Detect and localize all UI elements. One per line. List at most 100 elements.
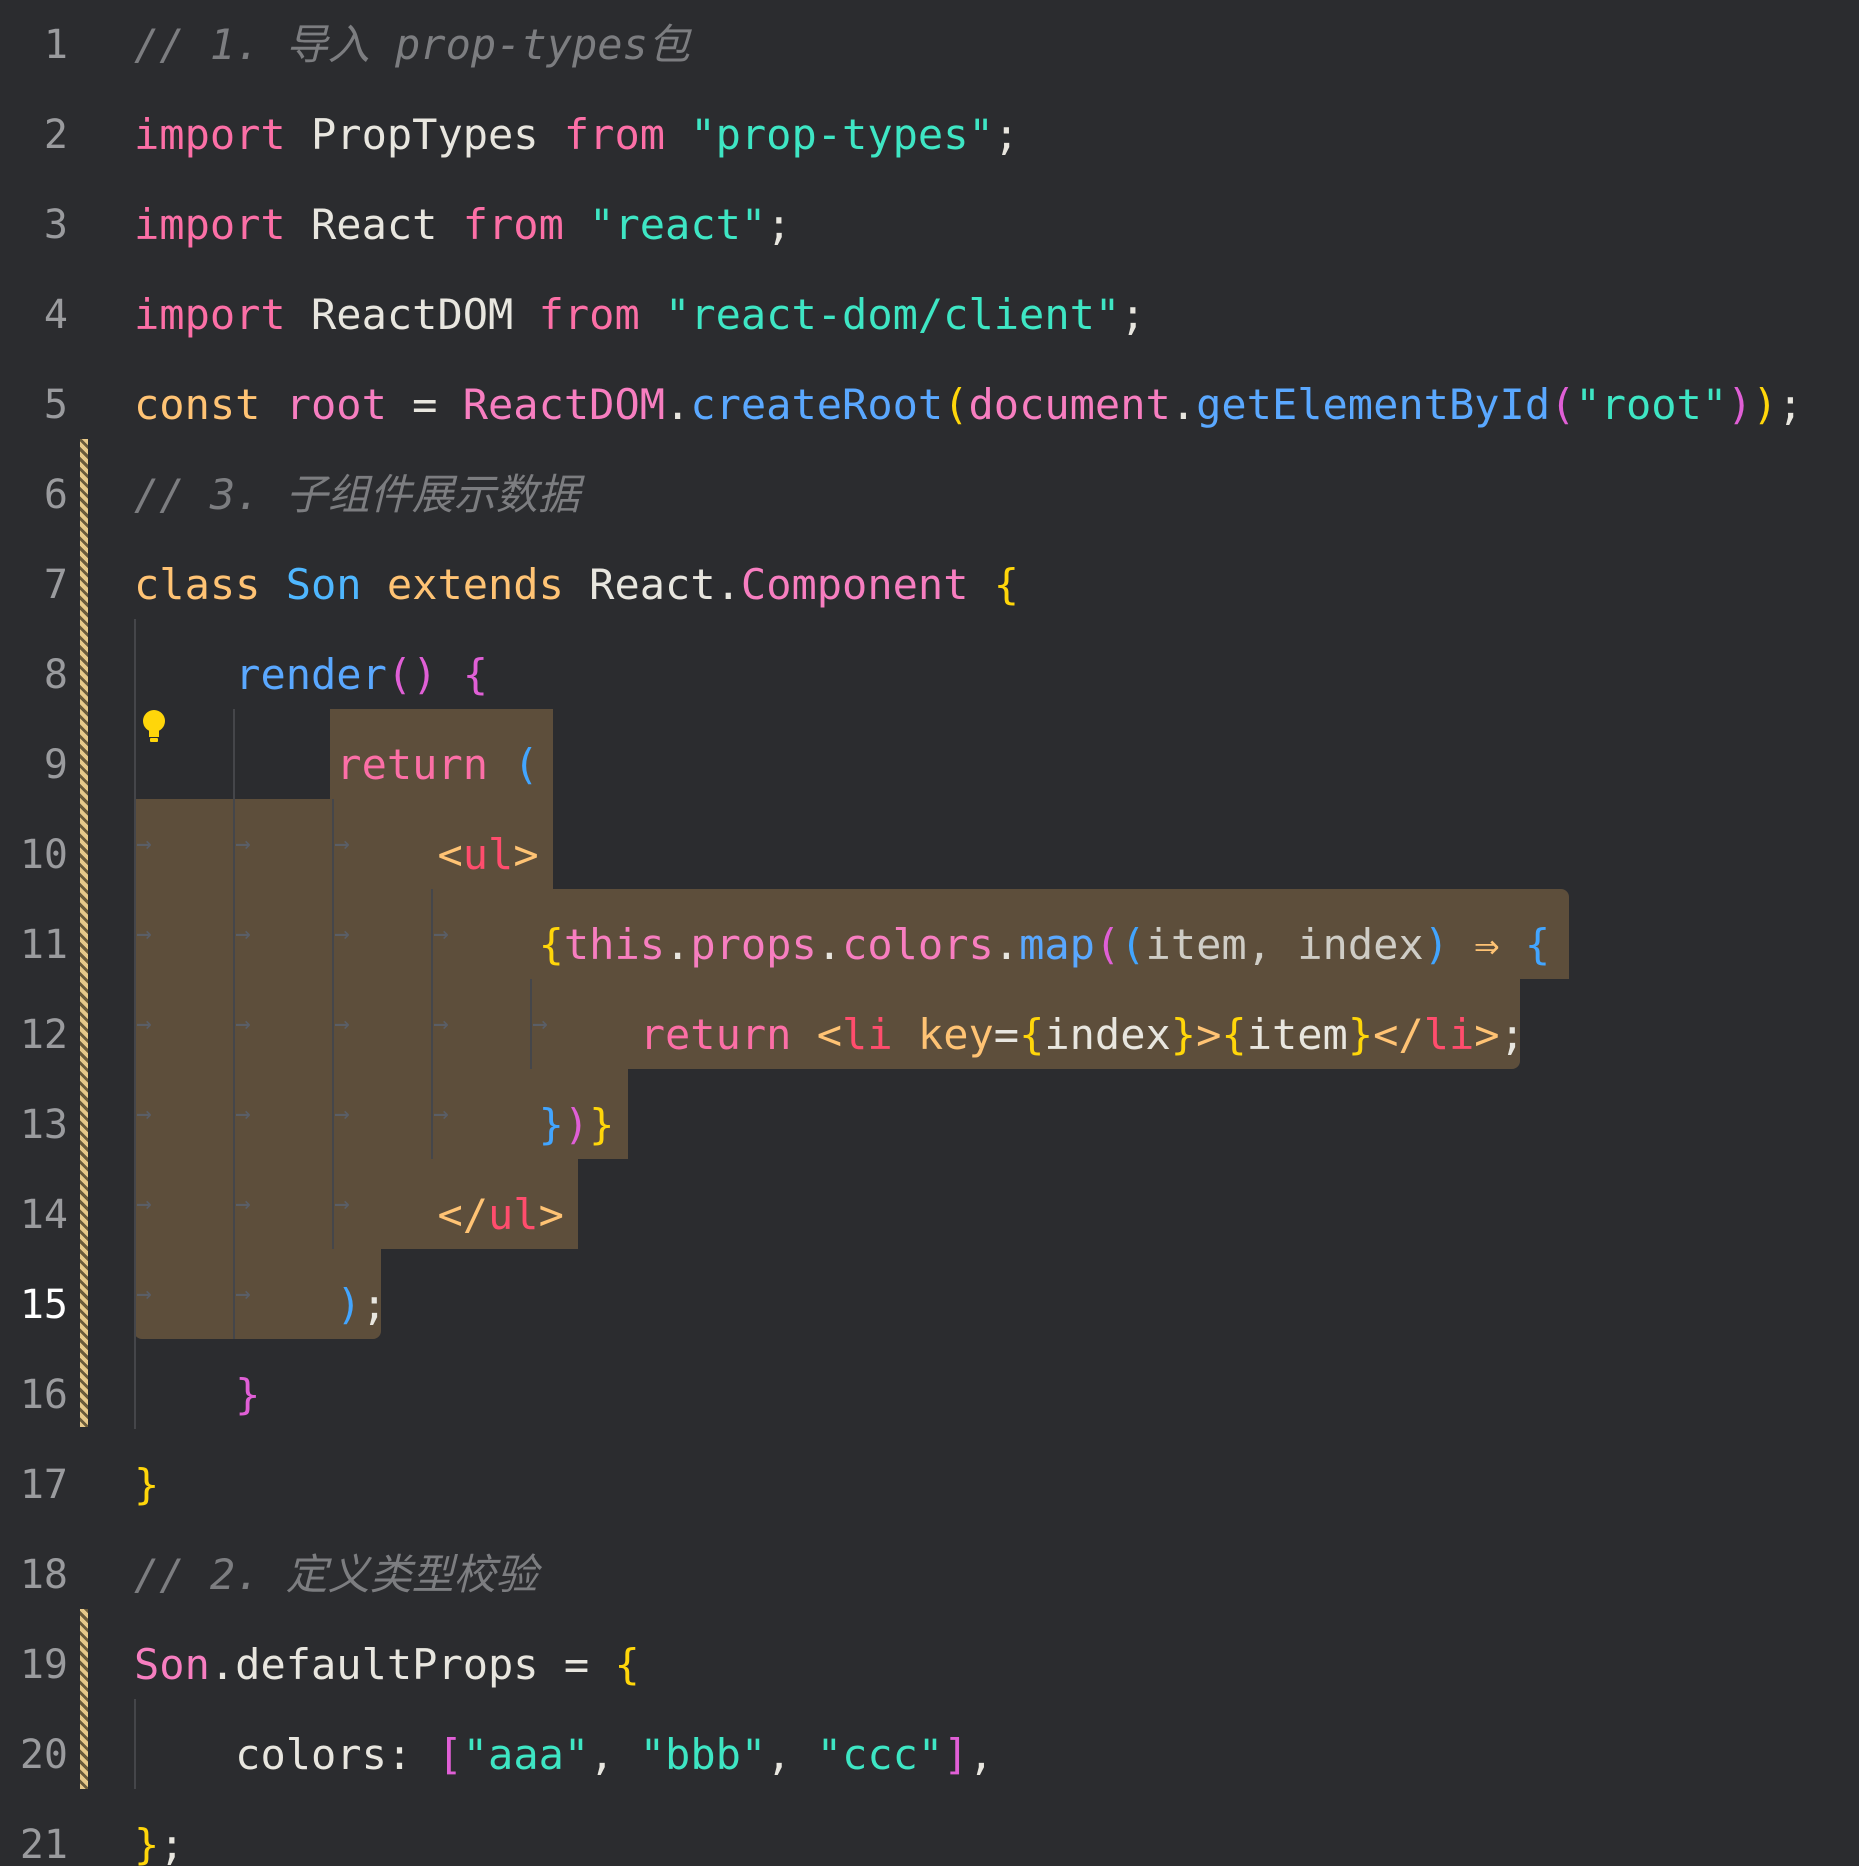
line-number: 16 (19, 1372, 68, 1418)
code-line[interactable]: colors: ["aaa", "bbb", "ccc"], (134, 1710, 994, 1800)
code-token: li (842, 1010, 918, 1059)
code-token: ( (1094, 920, 1121, 969)
code-line[interactable]: class Son extends React.Component { (134, 540, 1019, 630)
code-token: import (134, 290, 312, 339)
code-token: ] (943, 1730, 969, 1779)
code-token: { (462, 650, 489, 699)
code-token: [ (437, 1730, 463, 1779)
line-number: 17 (19, 1462, 68, 1508)
code-token: = (538, 1640, 615, 1689)
code-token: ) (1752, 380, 1778, 429)
code-line[interactable]: // 3. 子组件展示数据 (134, 450, 580, 540)
code-token: ; (993, 110, 1020, 159)
code-token: from (462, 200, 590, 249)
code-token: ) (1423, 920, 1475, 969)
code-token: } (134, 1460, 160, 1509)
code-token: "react" (589, 200, 767, 249)
code-token: // 1. 导入 prop-types包 (134, 20, 690, 69)
code-line[interactable]: })} (134, 1080, 615, 1170)
line-number: 5 (43, 382, 68, 428)
code-line[interactable]: render() { (134, 630, 488, 720)
code-token: render (235, 650, 387, 699)
code-line[interactable]: // 1. 导入 prop-types包 (134, 0, 690, 90)
code-token: "react-dom/client" (665, 290, 1121, 339)
code-token: ) (563, 1100, 590, 1149)
code-token: . (993, 920, 1020, 969)
code-token: . (816, 920, 843, 969)
code-token: ( (1550, 380, 1576, 429)
code-line[interactable]: </ul> (134, 1170, 563, 1260)
code-token: { (1221, 1010, 1247, 1059)
code-token: ; (766, 200, 792, 249)
code-line[interactable]: <ul> (134, 810, 538, 900)
code-token: colors (842, 920, 994, 969)
code-token: "root" (1575, 380, 1728, 429)
code-token: { (993, 560, 1020, 609)
code-line[interactable]: } (134, 1440, 159, 1530)
code-token: </ (437, 1190, 489, 1239)
line-number: 7 (43, 562, 68, 608)
code-token: </ (1373, 1010, 1424, 1059)
line-number: 9 (43, 742, 68, 788)
code-line[interactable]: import React from "react"; (134, 180, 791, 270)
code-token: this (563, 920, 666, 969)
code-line[interactable]: ); (134, 1260, 387, 1350)
code-line[interactable]: Son.defaultProps = { (134, 1620, 640, 1710)
code-token: Son (134, 1640, 210, 1689)
code-token: > (1474, 1010, 1500, 1059)
code-token: import (134, 110, 312, 159)
code-line[interactable]: } (134, 1350, 260, 1440)
code-token: } (235, 1370, 261, 1419)
code-token: return (639, 1010, 817, 1059)
code-token: ( (513, 740, 539, 789)
code-token: key (917, 1010, 994, 1059)
code-line[interactable]: const root = ReactDOM.createRoot(documen… (134, 360, 1803, 450)
code-line[interactable]: import PropTypes from "prop-types"; (134, 90, 1019, 180)
code-token: React (311, 200, 463, 249)
code-token: , (766, 1730, 817, 1779)
code-token: root (285, 380, 387, 429)
code-token: import (134, 200, 312, 249)
code-token: } (1170, 1010, 1197, 1059)
code-token: React (589, 560, 716, 609)
code-token: ; (1777, 380, 1804, 429)
code-line[interactable]: // 2. 定义类型校验 (134, 1530, 538, 1620)
code-token: getElementById (1196, 380, 1551, 429)
code-line[interactable]: return <li key={index}>{item}</li>; (134, 990, 1525, 1080)
code-token: PropTypes (311, 110, 564, 159)
code-line[interactable]: import ReactDOM from "react-dom/client"; (134, 270, 1145, 360)
code-token: props (690, 920, 817, 969)
code-token: const (134, 380, 286, 429)
line-number: 21 (19, 1822, 68, 1866)
git-modified-marker (80, 1609, 88, 1789)
code-token: li (1423, 1010, 1475, 1059)
code-token: ; (159, 1820, 185, 1866)
code-token: . (1170, 380, 1197, 429)
code-token: ; (1120, 290, 1146, 339)
code-token: ( (943, 380, 969, 429)
code-line[interactable]: }; (134, 1800, 185, 1866)
code-token: document (968, 380, 1171, 429)
code-token: // 3. 子组件展示数据 (134, 470, 580, 519)
code-token: < (816, 1010, 843, 1059)
code-token: "ccc" (816, 1730, 944, 1779)
code-token: "bbb" (639, 1730, 767, 1779)
code-token: . (665, 380, 691, 429)
code-token: from (538, 290, 666, 339)
code-token: = (386, 380, 463, 429)
line-number: 18 (19, 1552, 68, 1598)
code-token: return (336, 740, 514, 789)
code-token: ) (1727, 380, 1753, 429)
code-token: < (437, 830, 463, 879)
code-editor[interactable]: → → → → → → → → → → → → → → → → → → → → … (0, 0, 1859, 1866)
code-line[interactable]: {this.props.colors.map((item, index) ⇒ { (134, 900, 1551, 990)
code-line[interactable]: return ( (134, 720, 539, 810)
line-number: 8 (43, 652, 68, 698)
code-token: extends (386, 560, 590, 609)
